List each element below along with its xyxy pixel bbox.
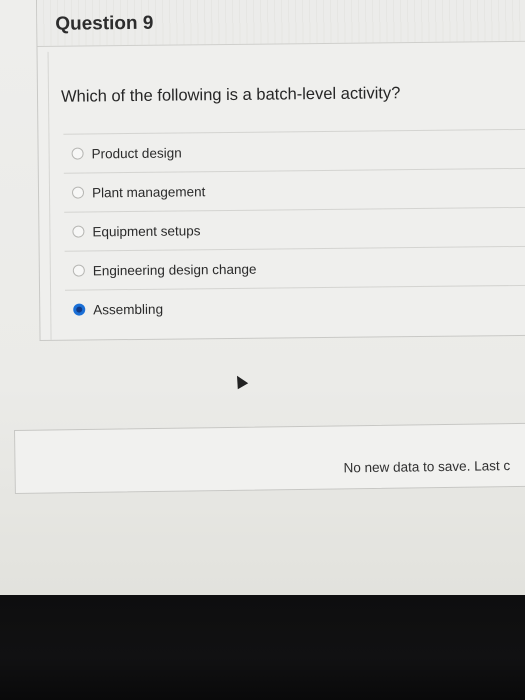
answer-label: Product design: [91, 144, 182, 161]
question-prompt: Which of the following is a batch-level …: [60, 84, 401, 106]
answer-option-engineering-design-change[interactable]: Engineering design change: [64, 245, 525, 290]
question-card: Question 9 Which of the following is a b…: [36, 0, 525, 341]
answer-option-plant-management[interactable]: Plant management: [63, 167, 525, 212]
answer-label: Engineering design change: [92, 261, 257, 278]
radio-button[interactable]: [71, 147, 84, 160]
question-title: Question 9: [55, 12, 154, 35]
radio-button[interactable]: [72, 225, 85, 238]
answer-option-product-design[interactable]: Product design: [63, 128, 525, 173]
answer-label: Assembling: [93, 301, 164, 317]
answer-list: Product design Plant management Equipmen…: [63, 128, 525, 329]
answer-label: Plant management: [91, 183, 206, 200]
answer-option-equipment-setups[interactable]: Equipment setups: [64, 206, 525, 251]
answer-option-assembling[interactable]: Assembling: [65, 284, 525, 329]
mouse-cursor-icon: [231, 372, 249, 390]
radio-button[interactable]: [72, 264, 85, 277]
save-status-text: No new data to save. Last c: [343, 458, 511, 476]
question-header: Question 9: [36, 0, 525, 47]
answer-label: Equipment setups: [92, 222, 201, 239]
radio-button-selected[interactable]: [73, 303, 86, 316]
question-body: Which of the following is a batch-level …: [47, 46, 525, 340]
monitor-bezel: [0, 595, 525, 700]
save-status-bar: No new data to save. Last c: [14, 422, 525, 494]
radio-button[interactable]: [71, 186, 85, 199]
